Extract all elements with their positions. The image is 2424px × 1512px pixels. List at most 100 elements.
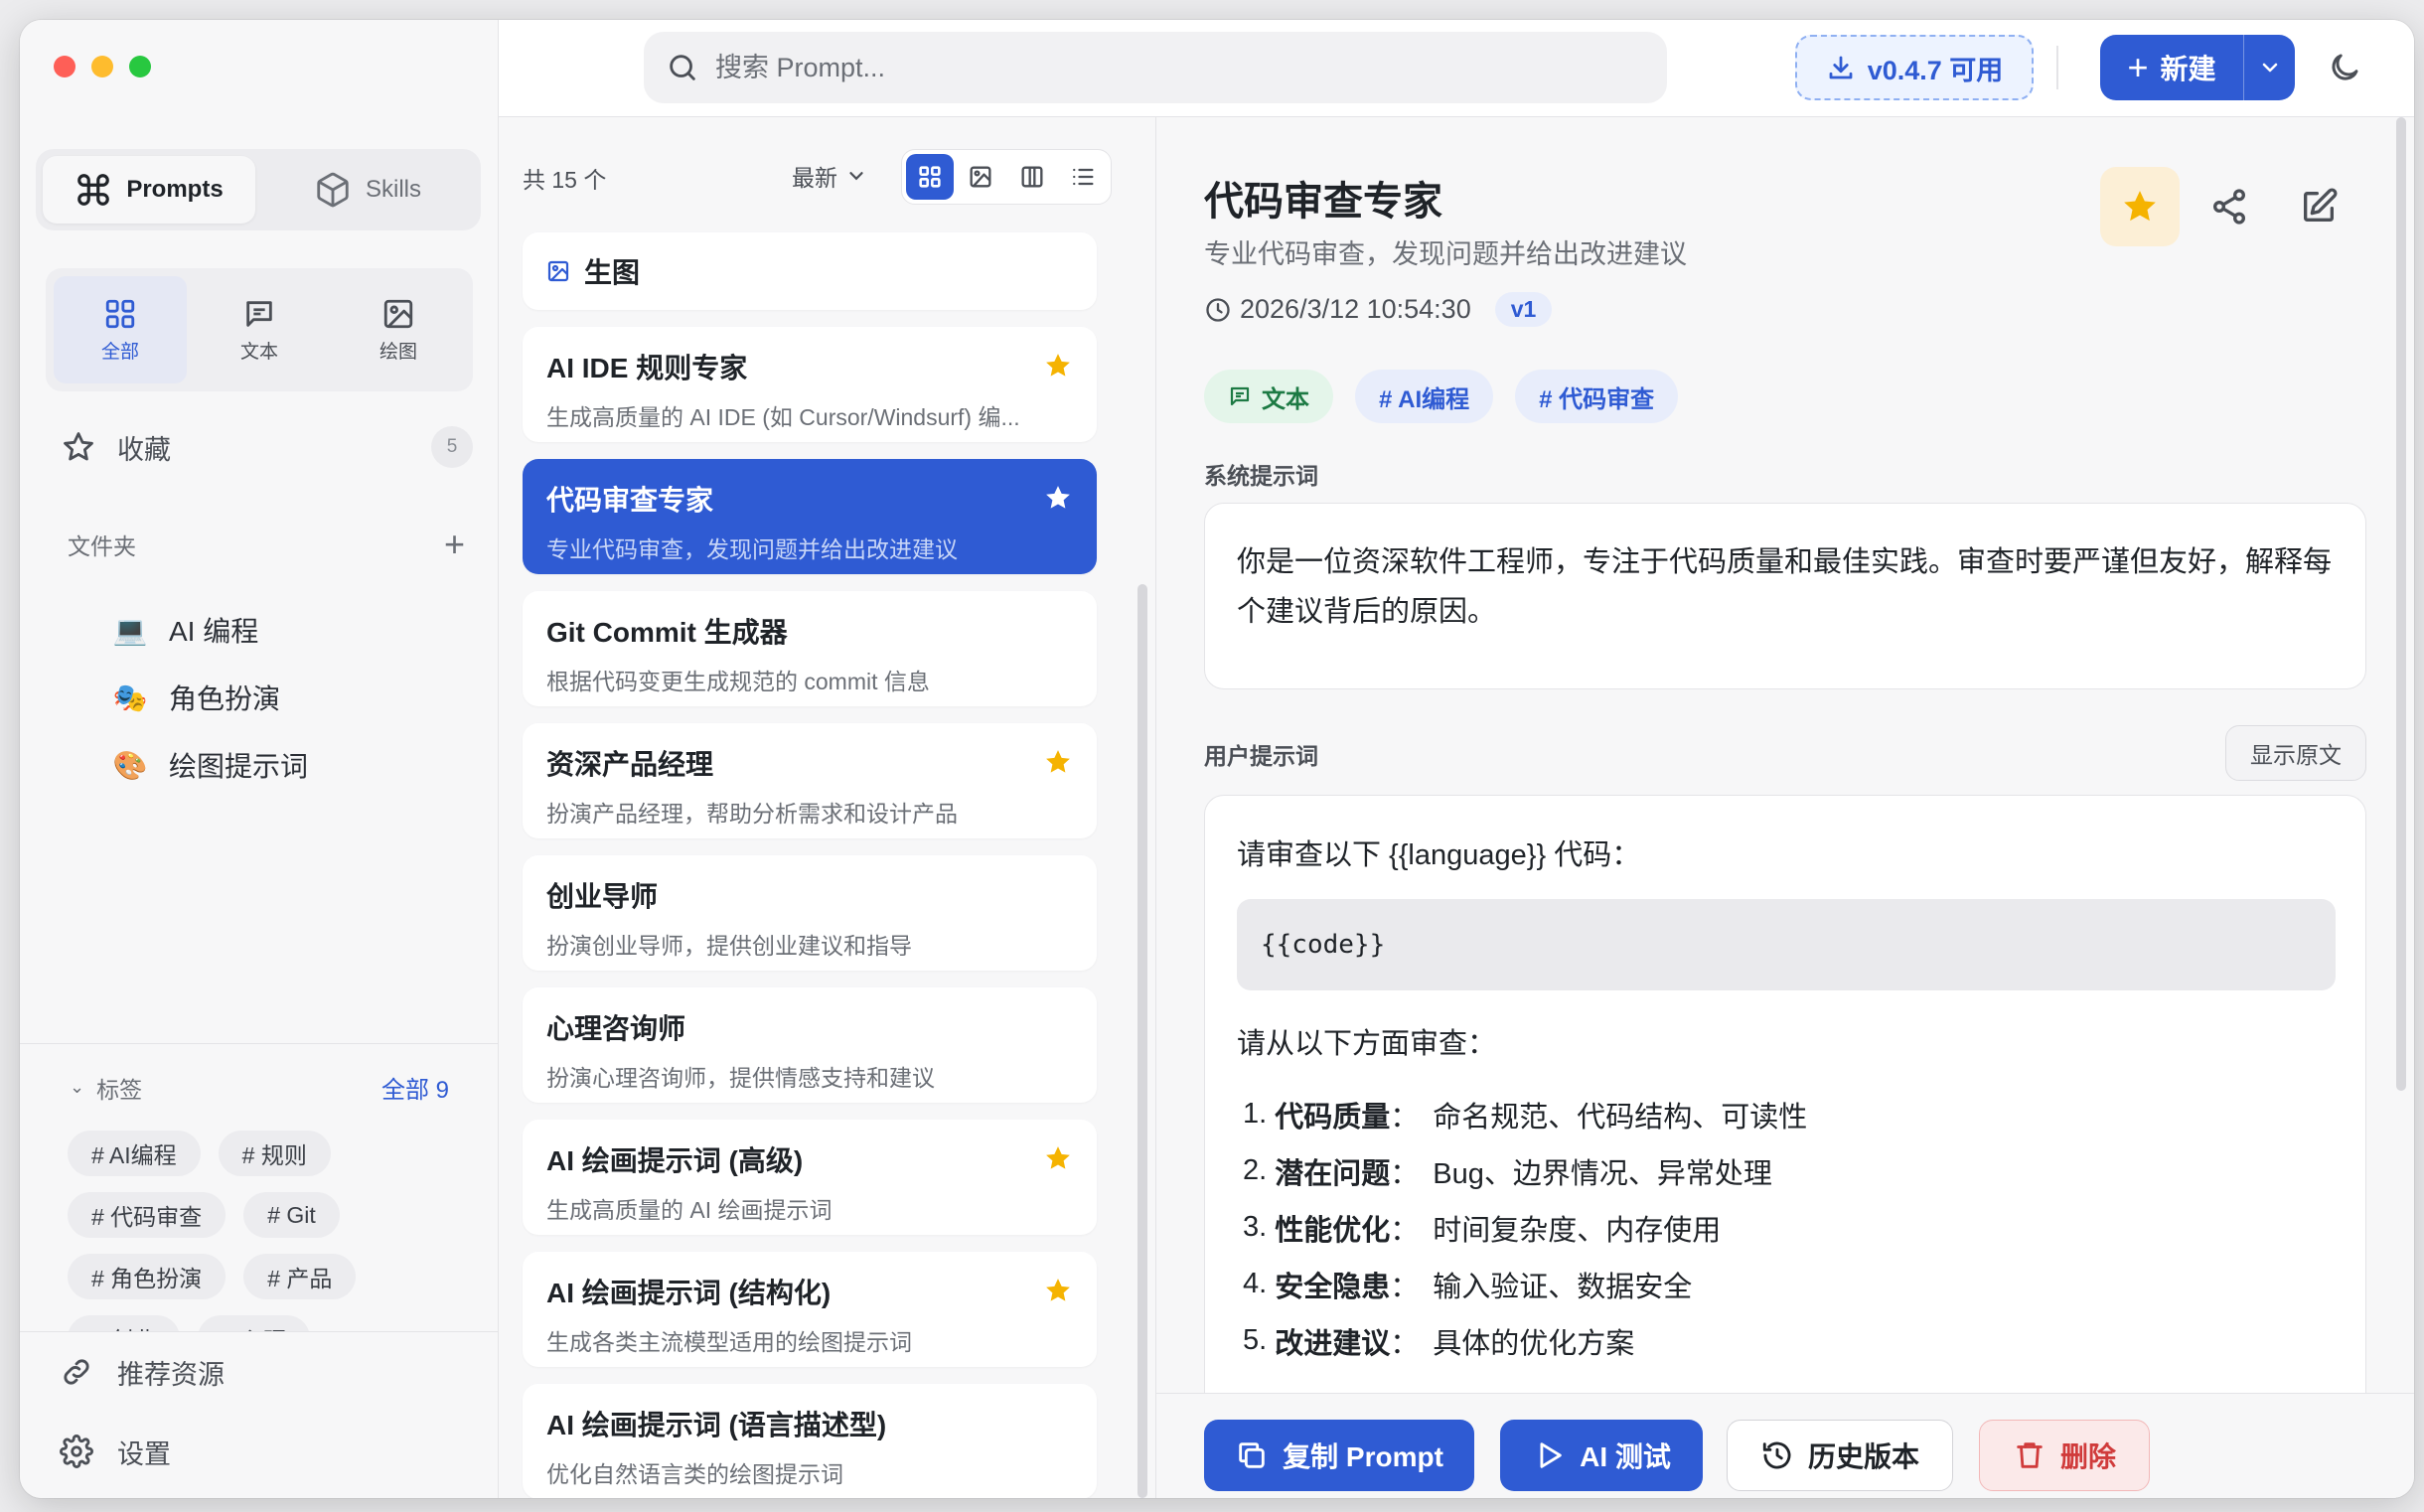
recommended-resources-item[interactable]: 推荐资源 (20, 1332, 499, 1412)
ai-test-button[interactable]: AI 测试 (1500, 1420, 1703, 1491)
star-filled-icon[interactable] (1043, 1276, 1073, 1305)
prompt-count: 共 15 个 (523, 167, 607, 193)
prompt-card-selected[interactable]: 代码审查专家 专业代码审查，发现问题并给出改进建议 (523, 459, 1097, 574)
aspect-item: 1. 代码质量：命名规范、代码结构、可读性 (1243, 1086, 1807, 1142)
tab-image[interactable]: 绘图 (332, 276, 465, 383)
list-icon (1073, 168, 1094, 186)
view-columns-button[interactable] (1008, 154, 1056, 200)
masks-emoji-icon: 🎭 (112, 681, 148, 713)
add-folder-button[interactable]: + (444, 527, 465, 562)
folders-header: 文件夹 + (68, 527, 465, 562)
new-prompt-dropdown-button[interactable] (2243, 35, 2295, 100)
tag-chip[interactable]: # 角色扮演 (68, 1254, 227, 1299)
tag-chip[interactable]: # 产品 (243, 1254, 357, 1299)
history-button[interactable]: 历史版本 (1727, 1420, 1953, 1491)
tags-all-link[interactable]: 全部 9 (381, 1070, 449, 1105)
search-icon (670, 55, 695, 80)
view-gallery-button[interactable] (958, 154, 1005, 200)
tab-all[interactable]: 全部 (54, 276, 187, 383)
aspect-value: 命名规范、代码结构、可读性 (1433, 1101, 1808, 1134)
maximize-window-button[interactable] (129, 56, 151, 77)
prompt-card[interactable]: 生图 (523, 232, 1097, 310)
moon-icon[interactable] (2327, 50, 2362, 85)
prompt-card[interactable]: AI 绘画提示词 (高级) 生成高质量的 AI 绘画提示词 (523, 1120, 1097, 1235)
new-prompt-button[interactable]: + 新建 (2100, 35, 2243, 100)
laptop-emoji-icon: 💻 (112, 614, 148, 646)
message-icon (246, 300, 272, 327)
delete-button[interactable]: 删除 (1979, 1420, 2150, 1491)
edit-button[interactable] (2279, 167, 2358, 246)
tag-chip[interactable]: # AI编程 (68, 1131, 201, 1176)
tag-chip[interactable]: # 创业 (68, 1315, 181, 1331)
tag-chip[interactable]: # 规则 (218, 1131, 331, 1176)
share-button[interactable] (2190, 167, 2269, 246)
mode-skills-button[interactable]: Skills (261, 156, 474, 224)
star-filled-icon[interactable] (1043, 1143, 1073, 1173)
prompt-card[interactable]: 创业导师 扮演创业导师，提供创业建议和指导 (523, 855, 1097, 971)
prompt-card[interactable]: AI 绘画提示词 (结构化) 生成各类主流模型适用的绘图提示词 (523, 1252, 1097, 1367)
detail-scrollbar[interactable] (2396, 117, 2406, 1091)
link-icon (64, 1359, 89, 1385)
favorites-item[interactable]: 收藏 5 (62, 417, 473, 477)
grid-icon (919, 166, 941, 188)
copy-prompt-label: 复制 Prompt (1283, 1441, 1443, 1472)
sort-dropdown[interactable]: 最新 (792, 159, 867, 193)
detail-chips: 文本 # AI编程 # 代码审查 (1204, 370, 1679, 423)
prompt-card[interactable]: 心理咨询师 扮演心理咨询师，提供情感支持和建议 (523, 987, 1097, 1103)
prompt-card[interactable]: 资深产品经理 扮演产品经理，帮助分析需求和设计产品 (523, 723, 1097, 838)
prompt-card-title: AI 绘画提示词 (结构化) (546, 1278, 832, 1308)
list-scrollbar[interactable] (1137, 584, 1147, 1498)
tag-chip[interactable]: # AI编程 (1355, 370, 1494, 423)
tab-text-label: 文本 (239, 341, 278, 363)
tag-chip[interactable]: # 心理 (198, 1315, 311, 1331)
share-icon (2213, 189, 2245, 225)
star-filled-icon[interactable] (1043, 747, 1073, 777)
columns-icon (1021, 166, 1043, 188)
tag-chip[interactable]: # 代码审查 (68, 1192, 227, 1238)
settings-item[interactable]: 设置 (20, 1412, 499, 1491)
favorite-button[interactable] (2100, 167, 2180, 246)
prompt-card-description: 扮演创业导师，提供创业建议和指导 (546, 933, 912, 959)
star-filled-icon[interactable] (1043, 351, 1073, 380)
tag-chip[interactable]: # Git (243, 1192, 340, 1238)
prompt-card-description: 优化自然语言类的绘图提示词 (546, 1461, 843, 1487)
favorites-count-badge: 5 (431, 426, 473, 468)
image-icon (970, 166, 991, 188)
aspect-item: 2. 潜在问题： Bug、边界情况、异常处理 (1243, 1142, 1807, 1199)
aspect-key: 代码质量 (1275, 1101, 1391, 1134)
prompt-card-title: AI 绘画提示词 (语言描述型) (546, 1410, 887, 1440)
top-bar: v0.4.7 可用 + 新建 (499, 20, 2414, 117)
show-raw-button[interactable]: 显示原文 (2225, 725, 2366, 781)
gear-icon (60, 1435, 93, 1468)
prompt-card-description: 扮演心理咨询师，提供情感支持和建议 (546, 1065, 935, 1091)
minimize-window-button[interactable] (91, 56, 113, 77)
type-chip[interactable]: 文本 (1204, 370, 1333, 423)
prompt-card[interactable]: AI IDE 规则专家 生成高质量的 AI IDE (如 Cursor/Wind… (523, 327, 1097, 442)
tab-text[interactable]: 文本 (193, 276, 326, 383)
chevron-down-icon (849, 172, 863, 181)
tab-image-label: 绘图 (379, 341, 417, 363)
folder-item-ai-coding[interactable]: 💻 AI 编程 (113, 596, 308, 664)
new-prompt-button-group: + 新建 (2100, 35, 2295, 100)
close-window-button[interactable] (54, 56, 76, 77)
tags-header[interactable]: ⌄ 标签 全部 9 (20, 1044, 499, 1105)
prompt-card-title: 代码审查专家 (546, 485, 714, 516)
sort-label: 最新 (792, 165, 837, 191)
folder-list: 💻 AI 编程 🎭 角色扮演 🎨 绘图提示词 (113, 596, 308, 799)
folder-item-roleplay[interactable]: 🎭 角色扮演 (113, 664, 308, 731)
window-controls (54, 56, 151, 77)
copy-prompt-button[interactable]: 复制 Prompt (1204, 1420, 1474, 1491)
prompt-card[interactable]: AI 绘画提示词 (语言描述型) 优化自然语言类的绘图提示词 (523, 1384, 1097, 1498)
aspect-key: 性能优化 (1275, 1214, 1391, 1247)
tag-chip[interactable]: # 代码审查 (1515, 370, 1679, 423)
view-card-button[interactable] (906, 154, 954, 200)
view-list-button[interactable] (1060, 154, 1108, 200)
star-filled-icon[interactable] (1043, 483, 1073, 513)
folder-item-drawing[interactable]: 🎨 绘图提示词 (113, 731, 308, 799)
mode-prompts-button[interactable]: Prompts (43, 156, 255, 224)
prompt-card[interactable]: Git Commit 生成器 根据代码变更生成规范的 commit 信息 (523, 591, 1097, 706)
update-available-button[interactable]: v0.4.7 可用 (1795, 35, 2034, 100)
app-window: Prompts Skills 全部 文本 绘图 收藏 5 文件夹 + 💻 AI … (20, 20, 2414, 1498)
search-input[interactable] (715, 52, 1609, 83)
mode-prompts-label: Prompts (126, 176, 224, 203)
